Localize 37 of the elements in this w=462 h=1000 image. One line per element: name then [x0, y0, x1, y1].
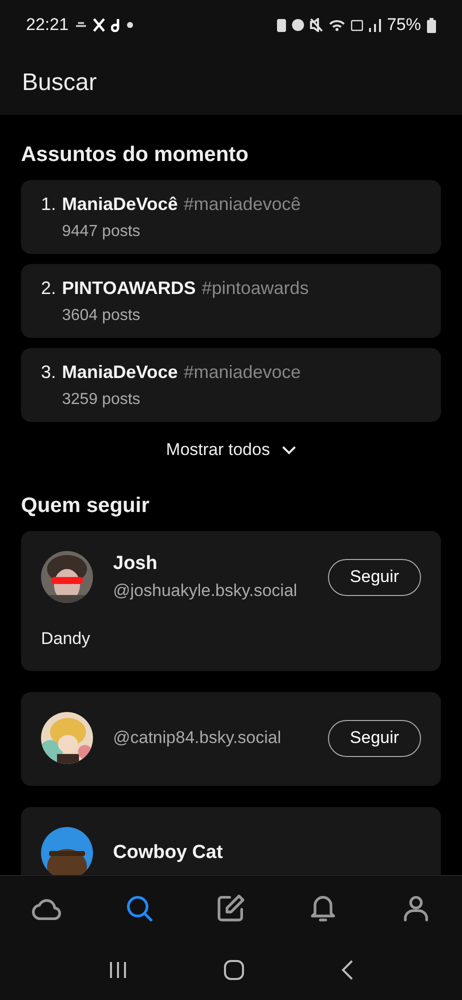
trend-card[interactable]: 2. PINTOAWARDS #pintoawards 3604 posts	[21, 264, 441, 338]
signal-icon	[368, 18, 381, 32]
post-count: 3259 posts	[61, 391, 142, 409]
mute-icon	[310, 18, 323, 32]
wifi-icon	[328, 19, 345, 31]
user-card[interactable]: Josh @joshuakyle.bsky.social Seguir Dandy	[21, 531, 441, 671]
back-icon[interactable]	[340, 959, 354, 981]
user-handle: @joshuakyle.bsky.social	[113, 581, 298, 601]
home-icon[interactable]	[222, 959, 245, 981]
dot-icon	[126, 22, 133, 28]
show-all-button[interactable]: Mostrar todos	[162, 434, 300, 466]
page-title: Buscar	[22, 68, 97, 96]
user-handle: @catnip84.bsky.social	[113, 728, 282, 748]
battery-icon	[427, 18, 436, 32]
trend-title: 2. PINTOAWARDS #pintoawards	[41, 278, 310, 299]
battery-percent: 75%	[386, 15, 421, 35]
follow-button[interactable]: Seguir	[328, 720, 421, 756]
chevron-down-icon	[282, 446, 296, 454]
trend-card[interactable]: 1. ManiaDeVocê #maniadevocê 9447 posts	[21, 180, 441, 254]
compose-icon[interactable]	[214, 892, 247, 924]
post-count: 3604 posts	[61, 307, 142, 325]
trend-card[interactable]: 3. ManiaDeVoce #maniadevoce 3259 posts	[21, 348, 441, 422]
user-card[interactable]: Cowboy Cat	[21, 807, 441, 875]
user-bio: Dandy	[41, 629, 92, 649]
cross-icon	[92, 18, 105, 32]
user-name: Josh	[113, 553, 158, 575]
section-title: Assuntos do momento	[21, 143, 250, 167]
recent-apps-icon[interactable]	[108, 961, 128, 979]
user-name: Cowboy Cat	[113, 842, 224, 864]
music-note-icon	[110, 18, 121, 32]
section-title: Quem seguir	[21, 494, 150, 518]
post-count: 9447 posts	[61, 223, 142, 241]
user-card[interactable]: @catnip84.bsky.social Seguir	[21, 692, 441, 786]
trend-title: 3. ManiaDeVoce #maniadevoce	[41, 362, 302, 383]
clock: 22:21	[26, 15, 69, 35]
follow-button[interactable]: Seguir	[328, 558, 421, 596]
trend-title: 1. ManiaDeVocê #maniadevocê	[41, 194, 302, 215]
